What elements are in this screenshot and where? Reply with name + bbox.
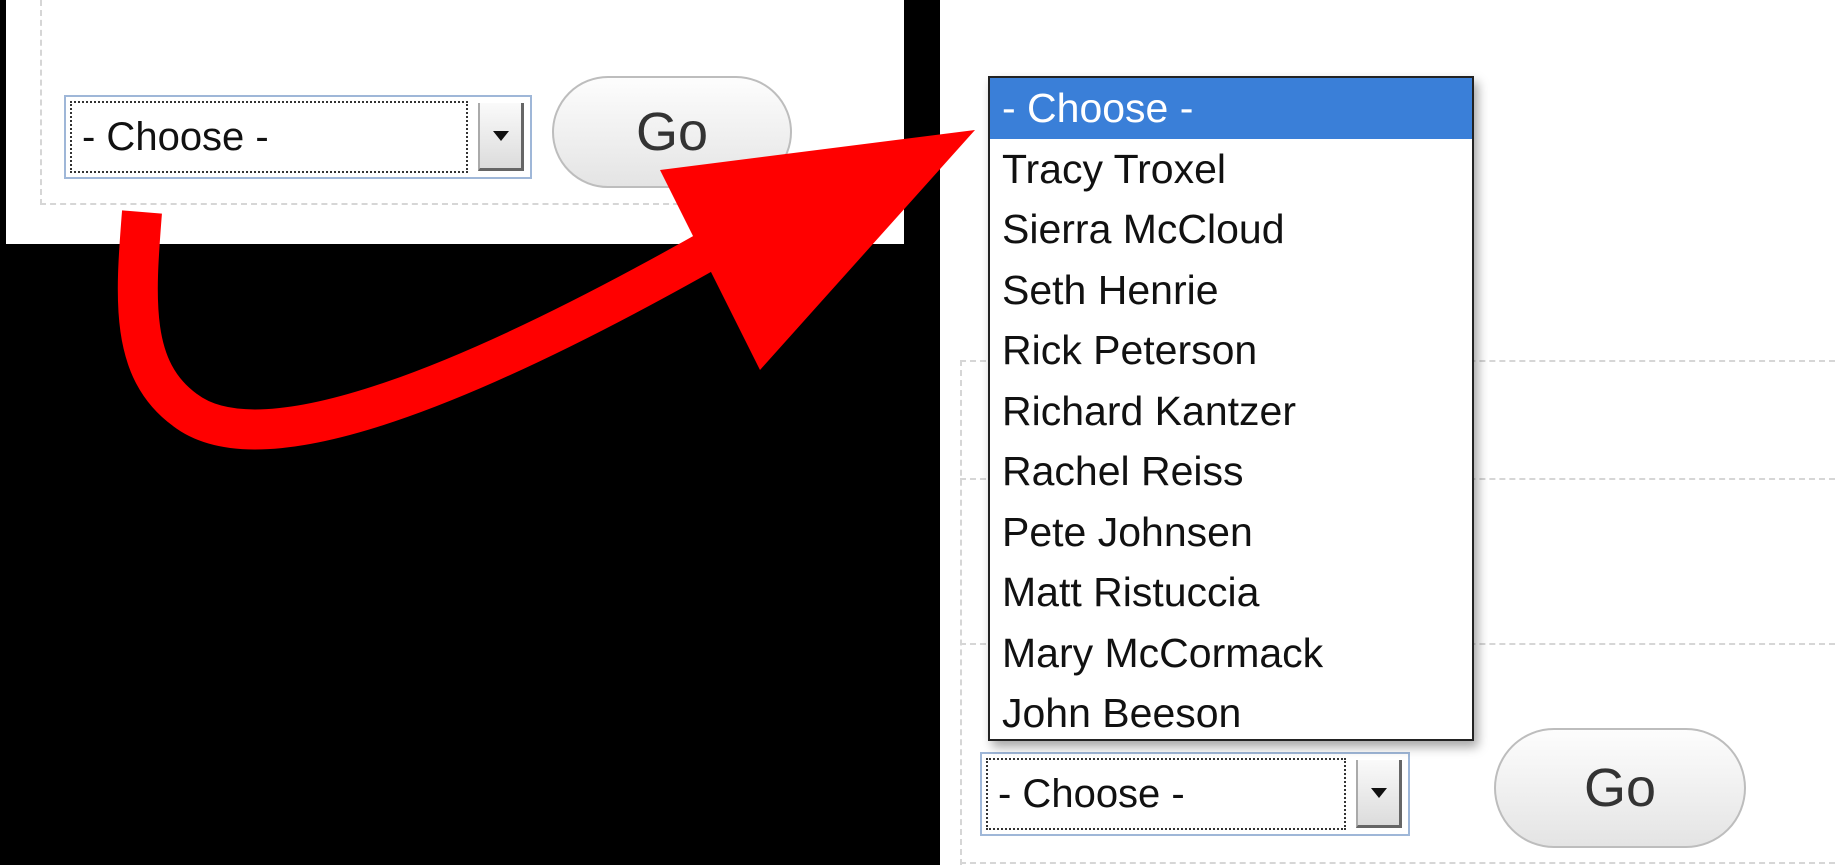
arrow-shaft	[117, 197, 781, 450]
arrow-head	[660, 130, 975, 370]
curved-red-arrow-icon	[117, 130, 975, 450]
